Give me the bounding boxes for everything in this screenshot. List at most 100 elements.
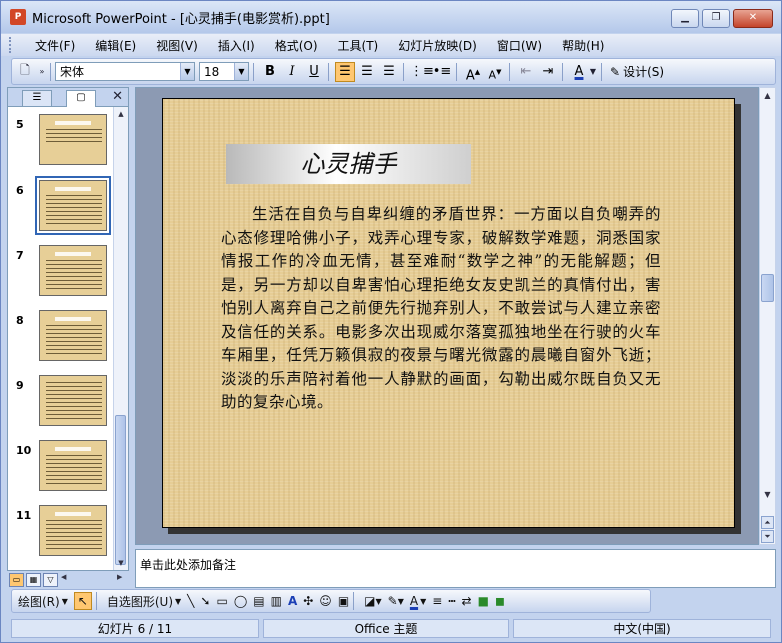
underline-button[interactable]: U xyxy=(304,62,324,82)
align-left-icon[interactable]: ☰ xyxy=(335,61,355,82)
font-color-icon[interactable]: A xyxy=(569,62,589,82)
scroll-up-icon[interactable]: ▲ xyxy=(114,107,128,121)
draw-menu-button[interactable]: 绘图(R) ▼ xyxy=(18,593,68,610)
view-buttons: ▭ ▦ ▽ xyxy=(9,573,58,587)
align-center-icon[interactable]: ☰ xyxy=(357,62,377,82)
slide-thumbnail[interactable] xyxy=(39,114,107,165)
menu-insert[interactable]: 插入(I) xyxy=(212,35,261,56)
menu-window[interactable]: 窗口(W) xyxy=(491,35,548,56)
toolbar-separator xyxy=(509,62,510,81)
vertical-textbox-icon[interactable]: ▥ xyxy=(271,594,282,608)
menu-help[interactable]: 帮助(H) xyxy=(556,35,610,56)
picture-icon[interactable]: ▣ xyxy=(338,594,349,608)
3d-style-icon[interactable]: ◼ xyxy=(495,594,505,608)
decrease-font-icon[interactable]: A▼ xyxy=(485,62,505,82)
powerpoint-window: P Microsoft PowerPoint - [心灵捕手(电影赏析).ppt… xyxy=(0,0,782,643)
bullet-list-icon[interactable]: •≡ xyxy=(432,62,452,82)
oval-icon[interactable]: ◯ xyxy=(234,594,247,608)
slide-thumbnail[interactable] xyxy=(39,245,107,296)
diagram-icon[interactable]: ✣ xyxy=(303,594,313,608)
menu-edit[interactable]: 编辑(E) xyxy=(89,35,142,56)
design-button[interactable]: ✎ 设计(S) xyxy=(610,63,664,80)
scroll-left-icon[interactable]: ◀ xyxy=(61,573,66,581)
slide-thumbnail-selected[interactable] xyxy=(35,176,111,235)
thumbnail-number: 9 xyxy=(16,379,24,392)
chevron-down-icon[interactable]: ▼ xyxy=(420,597,426,606)
numbered-list-icon[interactable]: ⋮≡ xyxy=(410,62,434,82)
chevron-down-icon[interactable]: ▼ xyxy=(180,63,194,80)
slideshow-view-icon[interactable]: ▽ xyxy=(43,573,58,587)
decrease-indent-icon[interactable]: ⇤ xyxy=(516,62,536,82)
fill-color-icon[interactable]: ◪ ▼ xyxy=(364,594,382,608)
font-size-select[interactable]: 18 ▼ xyxy=(199,62,249,81)
thumbnail-text xyxy=(46,195,102,227)
thumbnail-title xyxy=(55,317,91,321)
slide-sorter-icon[interactable]: ▦ xyxy=(26,573,41,587)
restore-icon[interactable]: ❐ xyxy=(702,9,730,28)
textbox-icon[interactable]: ▤ xyxy=(253,594,264,608)
scroll-up-icon[interactable]: ▲ xyxy=(760,88,775,103)
thumbnail-number: 7 xyxy=(16,249,24,262)
bold-button[interactable]: B xyxy=(260,62,280,82)
scroll-down-icon[interactable]: ▼ xyxy=(760,487,775,502)
notes-pane[interactable]: 单击此处添加备注 xyxy=(135,549,776,588)
previous-slide-icon[interactable]: ⏶ xyxy=(761,516,774,529)
chevron-down-icon: ▼ xyxy=(175,596,182,606)
scroll-thumb[interactable] xyxy=(761,274,774,302)
close-icon[interactable]: ✕ xyxy=(112,89,123,104)
line-style-icon[interactable]: ≡ xyxy=(432,594,442,608)
shadow-style-icon[interactable]: ■ xyxy=(478,594,489,608)
editor-scrollbar[interactable]: ▲ ▼ ⏶ ⏷ xyxy=(759,87,776,545)
font-name-select[interactable]: 宋体 ▼ xyxy=(55,62,195,81)
menu-grip-handle[interactable] xyxy=(9,37,15,53)
menu-view[interactable]: 视图(V) xyxy=(150,35,204,56)
toolbar-separator xyxy=(253,62,254,81)
slide-title[interactable]: 心灵捕手 xyxy=(226,144,471,184)
minimize-icon[interactable]: ▁ xyxy=(671,9,699,28)
new-document-icon[interactable]: 🗋 xyxy=(16,63,34,81)
scroll-down-icon[interactable]: ▼ xyxy=(114,556,128,570)
font-color-icon[interactable]: A xyxy=(410,594,418,608)
autoshapes-menu-button[interactable]: 自选图形(U) ▼ xyxy=(107,593,181,610)
menu-file[interactable]: 文件(F) xyxy=(29,35,81,56)
panel-scrollbar[interactable]: ▲ ▼ xyxy=(113,107,128,570)
close-icon[interactable]: ✕ xyxy=(733,9,773,28)
chevron-down-icon: ▼ xyxy=(375,596,382,606)
next-slide-icon[interactable]: ⏷ xyxy=(761,530,774,543)
increase-font-icon[interactable]: A▲ xyxy=(463,62,483,83)
current-slide[interactable]: 心灵捕手 生活在自负与自卑纠缠的矛盾世界：一方面以自负嘲弄的心态修理哈佛小子，戏… xyxy=(162,98,735,528)
line-color-icon[interactable]: ✎ ▼ xyxy=(388,594,404,608)
slides-tab[interactable]: ▢ xyxy=(66,90,96,107)
thumbnail-text xyxy=(46,455,102,487)
slide-thumbnail[interactable] xyxy=(39,375,107,426)
thumbnail-title xyxy=(55,121,91,125)
outline-tab[interactable]: ☰ xyxy=(22,90,52,106)
menu-format[interactable]: 格式(O) xyxy=(269,35,324,56)
increase-indent-icon[interactable]: ⇥ xyxy=(538,62,558,82)
toolbar-options-icon[interactable]: » xyxy=(38,63,46,81)
formatting-toolbar: 🗋 » 宋体 ▼ 18 ▼ B I U ☰ ☰ ☰ ⋮≡ •≡ A▲ A▼ ⇤ … xyxy=(11,58,776,85)
thumbnail-text xyxy=(46,129,102,143)
slide-thumbnail[interactable] xyxy=(39,505,107,556)
italic-button[interactable]: I xyxy=(282,62,302,82)
line-icon[interactable]: ╲ xyxy=(187,594,194,608)
menu-slideshow[interactable]: 幻灯片放映(D) xyxy=(392,35,483,56)
chevron-down-icon[interactable]: ▼ xyxy=(234,63,248,80)
chevron-down-icon[interactable]: ▼ xyxy=(589,63,597,81)
rectangle-icon[interactable]: ▭ xyxy=(216,594,227,608)
powerpoint-icon[interactable]: P xyxy=(10,9,26,25)
normal-view-icon[interactable]: ▭ xyxy=(9,573,24,587)
slide-body-text[interactable]: 生活在自负与自卑纠缠的矛盾世界：一方面以自负嘲弄的心态修理哈佛小子，戏弄心理专家… xyxy=(221,203,661,415)
align-right-icon[interactable]: ☰ xyxy=(379,62,399,82)
slide-thumbnail[interactable] xyxy=(39,440,107,491)
arrow-style-icon[interactable]: ⇄ xyxy=(462,594,472,608)
slide-thumbnail[interactable] xyxy=(39,310,107,361)
select-pointer-icon[interactable]: ↖ xyxy=(73,592,92,610)
menu-tools[interactable]: 工具(T) xyxy=(332,35,385,56)
clipart-icon[interactable]: ☺ xyxy=(319,594,332,608)
dash-style-icon[interactable]: ┅ xyxy=(448,594,455,608)
arrow-icon[interactable]: ➘ xyxy=(200,594,210,608)
wordart-icon[interactable]: A xyxy=(288,594,297,608)
scroll-thumb[interactable] xyxy=(115,415,126,565)
scroll-right-icon[interactable]: ▶ xyxy=(117,573,122,581)
